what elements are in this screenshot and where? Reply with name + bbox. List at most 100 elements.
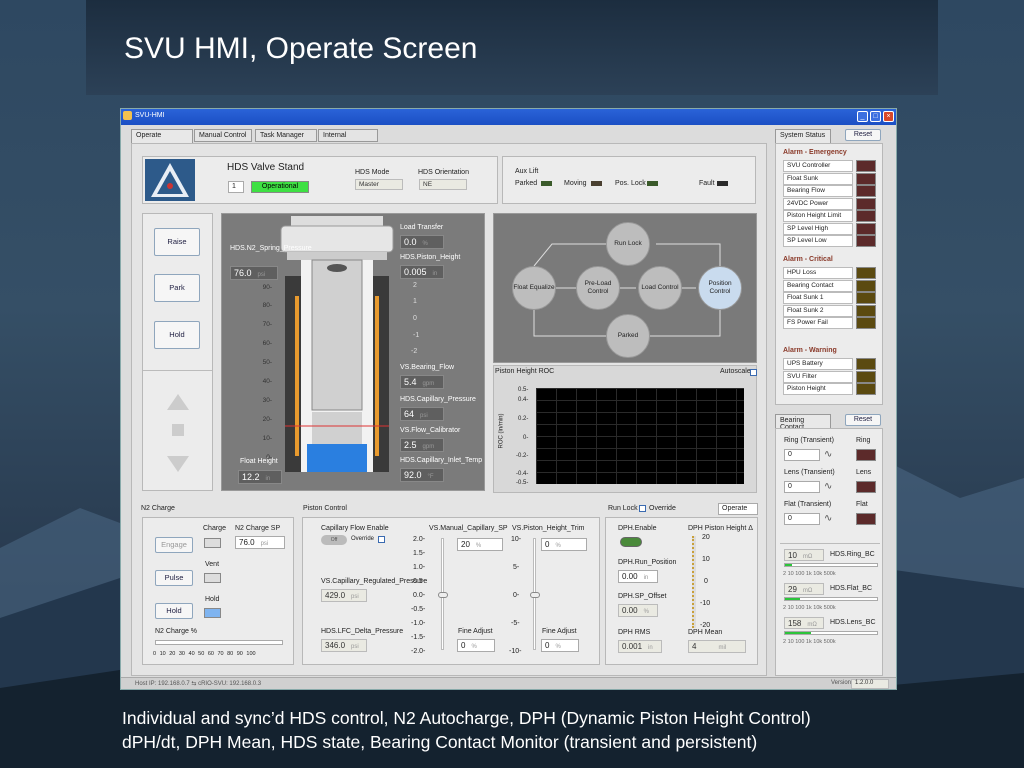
minimize-button[interactable]: _ [857,111,868,122]
pulse-icon: ∿ [824,449,833,460]
tab-system-status[interactable]: System Status [775,129,831,143]
run-position-label: DPH.Run_Position [618,559,677,566]
dph-rms-num: 0.001 [622,642,643,651]
aux-poslock-label: Pos. Lock [615,180,646,187]
state-machine-panel: Run Lock Float Equalize Pre-Load Control… [493,213,757,363]
fine-adjust-1-num: 0 [461,641,466,650]
tab-bearing-contact[interactable]: Bearing Contact [775,414,831,431]
cap-enable-toggle[interactable]: Off [321,535,347,545]
bearing-reset-button[interactable]: Reset [845,414,881,426]
fine-adjust-1-input[interactable]: 0% [457,639,495,652]
alarm-label: Float Sunk 1 [783,292,853,304]
n2-title: N2 Charge [141,505,175,512]
bearing-flow-unit: gpm [422,381,435,387]
lens-label: Lens [856,469,872,476]
alarm-label: Piston Height Limit [783,210,853,222]
flat-bc-label: HDS.Flat_BC [830,585,873,592]
dph-enable-toggle[interactable] [620,537,642,547]
tab-internal[interactable]: Internal [318,129,378,142]
lfc-unit: psi [351,644,359,650]
pulse-button[interactable]: Pulse [155,570,193,586]
state-pre-load-control[interactable]: Pre-Load Control [576,266,620,310]
maximize-button[interactable]: □ [870,111,881,122]
sp-offset-num: 0.00 [622,606,638,615]
dph-delta-bar [692,536,696,628]
critical-title: Alarm - Critical [783,256,833,263]
alarm-indicator [856,197,876,210]
arrow-up-icon[interactable] [165,392,191,412]
trim-slider-thumb[interactable] [530,592,540,598]
trim-tick: 0- [513,592,520,599]
tab-manual-control[interactable]: Manual Control [194,129,252,142]
state-run-lock[interactable]: Run Lock [606,222,650,266]
operate-mode-select[interactable]: Operate [718,503,758,515]
capillary-pressure-value: 64 psi [400,407,444,421]
alarm-label: SVU Controller [783,160,853,172]
stop-icon[interactable] [172,424,184,436]
piston-height-num: 0.005 [404,267,427,277]
alarm-indicator [856,185,876,197]
ring-bc-scale: 2 10 100 1k 10k 500k [783,571,836,577]
tab-operate[interactable]: Operate [131,129,193,143]
status-reset-button[interactable]: Reset [845,129,881,141]
park-button[interactable]: Park [154,274,200,302]
cap-override-checkbox[interactable] [378,536,385,543]
pulse-icon: ∿ [824,513,833,524]
piston-tick: 1 [413,298,417,305]
float-height-value: 12.2 in [238,470,282,484]
roc-chart-panel: Piston Height ROC Autoscale ROC (in/min)… [493,365,757,493]
fine-adjust-2-input[interactable]: 0% [541,639,579,652]
tab-task-manager[interactable]: Task Manager [255,129,317,142]
sp-tick: 1.0- [413,564,426,571]
inlet-temp-value: 92.0 °F [400,468,444,482]
alarm-label: HPU Loss [783,267,853,279]
hold-button[interactable]: Hold [154,321,200,349]
run-lock-label: Run Lock [608,505,638,512]
alarm-label: Piston Height [783,383,853,395]
trim-tick: -5- [511,620,520,627]
dph-mean-label: DPH Mean [688,629,723,636]
arrow-down-icon[interactable] [165,454,191,474]
state-float-equalize[interactable]: Float Equalize [512,266,556,310]
n2-hold-button[interactable]: Hold [155,603,193,619]
close-button[interactable]: × [883,111,894,122]
state-position-control[interactable]: Position Control [698,266,742,310]
run-lock-override-checkbox[interactable] [639,505,646,512]
bearing-contact-panel: Ring (Transient) Ring 0 ∿ Lens (Transien… [775,428,883,676]
manual-sp-slider-thumb[interactable] [438,592,448,598]
slide-title: SVU HMI, Operate Screen [124,32,478,65]
autoscale-checkbox[interactable] [750,369,757,376]
alarm-indicator [856,210,876,222]
alarm-indicator [856,222,876,235]
trim-num: 0 [545,540,550,549]
alarm-label: Float Sunk [783,172,853,185]
engage-button[interactable]: Engage [155,537,193,553]
cap-enable-label: Capillary Flow Enable [321,525,389,532]
manual-sp-input[interactable]: 20% [457,538,503,551]
raise-button[interactable]: Raise [154,228,200,256]
state-parked[interactable]: Parked [606,314,650,358]
trim-input[interactable]: 0% [541,538,587,551]
state-load-control[interactable]: Load Control [638,266,682,310]
stand-number: 1 [228,181,244,193]
reg-pressure-label: VS.Capillary_Regulated_Pressure [321,578,428,585]
spring-pressure-num: 76.0 [234,268,252,278]
alarm-indicator [856,383,876,395]
stand-header: HDS Valve Stand 1 Operational HDS Mode M… [142,156,498,204]
manual-sp-unit: % [475,543,482,549]
stand-title: HDS Valve Stand [227,162,305,173]
float-height-unit: in [265,476,271,482]
manual-sp-num: 20 [461,540,470,549]
aux-poslock-led [647,181,658,186]
charge-led [204,538,221,548]
n2-pct-bar [155,640,283,645]
hold-label: Hold [205,596,220,603]
n2-sp-input[interactable]: 76.0 psi [235,536,285,549]
run-position-input[interactable]: 0.00 in [618,570,658,583]
delta-tick: 20 [702,534,710,541]
dph-rms-value: 0.001 in [618,640,662,653]
warning-title: Alarm - Warning [783,347,837,354]
piston-height-unit: in [432,271,438,277]
ring-bc-value: 10 mΩ [784,549,824,561]
vent-led [204,573,221,583]
